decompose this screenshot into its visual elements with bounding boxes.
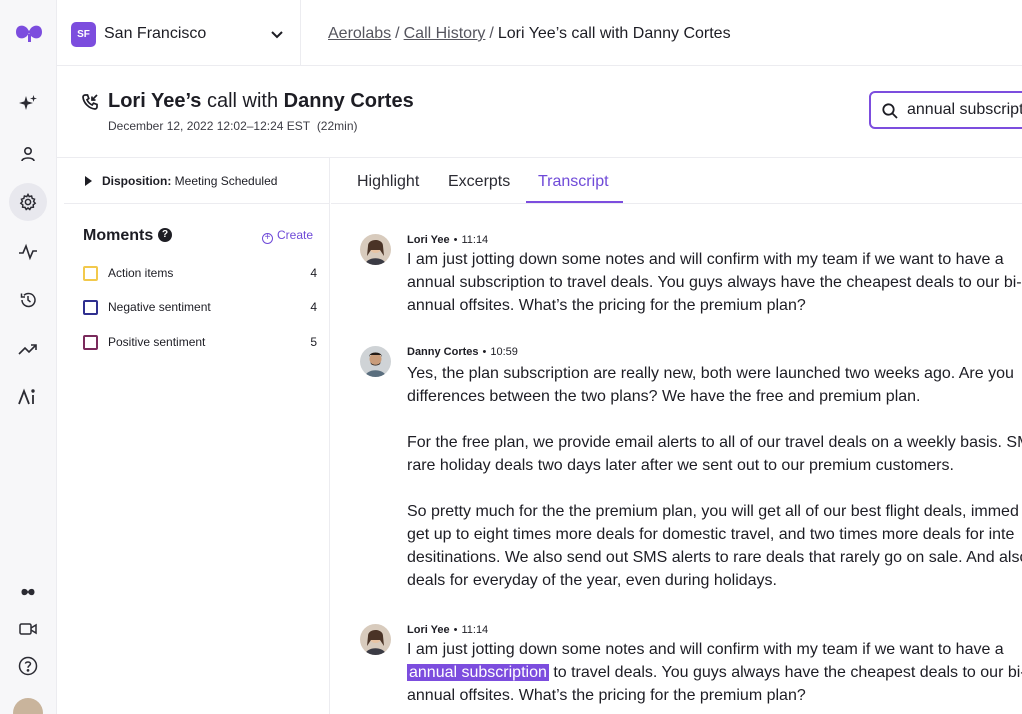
expand-triangle-icon[interactable]: [85, 176, 92, 186]
text-line: Yes, the plan subscription are really ne…: [407, 365, 1014, 382]
message-text: I am just jotting down some notes and wi…: [407, 248, 1022, 317]
call-date: December 12, 2022 12:02–12:24 EST: [108, 119, 311, 133]
speaker-name: Danny Cortes: [407, 346, 479, 358]
search-input[interactable]: [907, 99, 1022, 121]
person-icon[interactable]: [9, 135, 47, 173]
workspace-switcher[interactable]: SF San Francisco: [57, 0, 301, 66]
text-segment: to travel deals. You guys always have th…: [548, 664, 1022, 681]
disposition-row[interactable]: Disposition: Meeting Scheduled: [64, 158, 330, 204]
left-rail: [0, 0, 57, 714]
help-icon[interactable]: [9, 647, 47, 685]
checkbox[interactable]: [83, 335, 98, 350]
moment-label: Action items: [108, 266, 174, 280]
breadcrumb-org-link[interactable]: Aerolabs: [328, 25, 391, 42]
video-icon[interactable]: [9, 610, 47, 648]
message-text: Yes, the plan subscription are really ne…: [407, 362, 1022, 408]
text-line: annual subscription to travel deals. You…: [407, 661, 1022, 684]
sparkle-icon[interactable]: [9, 85, 47, 123]
text-line: For the free plan, we provide email aler…: [407, 434, 1022, 451]
moment-count: 5: [310, 335, 317, 349]
text-line: So pretty much for the the premium plan,…: [407, 503, 1019, 520]
call-datetime: December 12, 2022 12:02–12:24 EST (22min…: [108, 119, 358, 133]
breadcrumb-current: Lori Yee’s call with Danny Cortes: [497, 25, 731, 42]
moment-count: 4: [310, 300, 317, 314]
user-avatar[interactable]: [13, 698, 43, 714]
breadcrumb: Aerolabs / Call History / Lori Yee’s call wi…: [328, 25, 731, 42]
moment-label: Positive sentiment: [108, 335, 206, 349]
speaker-line: Lori Yee • 11:14: [407, 234, 489, 246]
tab-highlight[interactable]: Highlight: [357, 173, 419, 191]
plus-circle-icon: +: [262, 233, 273, 244]
search-highlight: annual subscription: [407, 664, 549, 681]
search-icon: [881, 102, 899, 125]
checkbox[interactable]: [83, 266, 98, 281]
phone-incoming-icon: [81, 93, 99, 116]
search-box[interactable]: [869, 91, 1022, 129]
workspace-badge: SF: [71, 22, 96, 47]
breadcrumb-call-history-link[interactable]: Call History: [404, 25, 486, 42]
disposition-value: Meeting Scheduled: [174, 174, 278, 188]
moments-panel: Disposition: Meeting Scheduled Moments ?…: [64, 158, 330, 714]
activity-icon[interactable]: [9, 233, 47, 271]
message-text: So pretty much for the the premium plan,…: [407, 500, 1022, 592]
callee-name: Danny Cortes: [283, 90, 414, 112]
text-line: get up to eight times more deals for dom…: [407, 526, 1015, 543]
chevron-down-icon[interactable]: [270, 27, 284, 45]
text-line: desitinations. We also send out SMS aler…: [407, 549, 1022, 566]
avatar: [360, 234, 391, 265]
speaker-name: Lori Yee: [407, 624, 450, 636]
tab-transcript[interactable]: Transcript: [538, 173, 609, 191]
page-title: Lori Yee’s call with Danny Cortes: [108, 90, 414, 113]
top-bar: SF San Francisco Aerolabs / Call History / L…: [57, 0, 1022, 66]
moment-label: Negative sentiment: [108, 300, 211, 314]
mini-logo-icon[interactable]: [9, 573, 47, 611]
create-label: Create: [277, 228, 314, 242]
gear-icon[interactable]: [9, 183, 47, 221]
avatar: [360, 624, 391, 655]
disposition-label: Disposition:: [102, 174, 172, 188]
text-line: I am just jotting down some notes and wi…: [407, 641, 1004, 658]
moment-item[interactable]: Positive sentiment 5: [83, 334, 317, 352]
text-line: differences between the two plans? We ha…: [407, 388, 921, 405]
caller-name: Lori Yee’s: [108, 90, 202, 112]
message-text: I am just jotting down some notes and wi…: [407, 638, 1022, 707]
text-line: rare holiday deals two days later after …: [407, 457, 954, 474]
ai-icon[interactable]: [9, 378, 47, 416]
moment-count: 4: [310, 266, 317, 280]
moment-item[interactable]: Negative sentiment 4: [83, 299, 317, 317]
text-line: annual offsites. What’s the pricing for …: [407, 687, 806, 704]
speaker-line: Danny Cortes • 10:59: [407, 346, 518, 358]
message-text: For the free plan, we provide email aler…: [407, 431, 1022, 477]
timestamp: 10:59: [490, 346, 518, 358]
text-line: I am just jotting down some notes and wi…: [407, 251, 1004, 268]
timestamp: 11:14: [461, 234, 489, 246]
speaker-line: Lori Yee • 11:14: [407, 624, 489, 636]
title-connector: call with: [206, 90, 279, 112]
help-icon[interactable]: ?: [158, 228, 172, 242]
workspace-name: San Francisco: [104, 25, 207, 42]
avatar: [360, 346, 391, 377]
text-line: annual subscription to travel deals. You…: [407, 274, 1022, 291]
text-line: deals for everyday of the year, even dur…: [407, 572, 777, 589]
moments-title: Moments: [83, 227, 154, 244]
tab-excerpts[interactable]: Excerpts: [448, 173, 510, 191]
tab-bar: Highlight Excerpts Transcript: [331, 158, 1022, 204]
call-header: Lori Yee’s call with Danny Cortes Decemb…: [57, 66, 1022, 158]
create-moment-button[interactable]: + Create: [262, 228, 313, 244]
checkbox[interactable]: [83, 300, 98, 315]
history-icon[interactable]: [9, 281, 47, 319]
timestamp: 11:14: [461, 624, 489, 636]
app-logo-icon[interactable]: [14, 22, 44, 47]
call-duration: (22min): [316, 119, 358, 133]
text-line: annual offsites. What’s the pricing for …: [407, 297, 806, 314]
speaker-name: Lori Yee: [407, 234, 450, 246]
moment-item[interactable]: Action items 4: [83, 265, 317, 283]
active-tab-indicator: [526, 201, 623, 203]
trend-icon[interactable]: [9, 330, 47, 368]
